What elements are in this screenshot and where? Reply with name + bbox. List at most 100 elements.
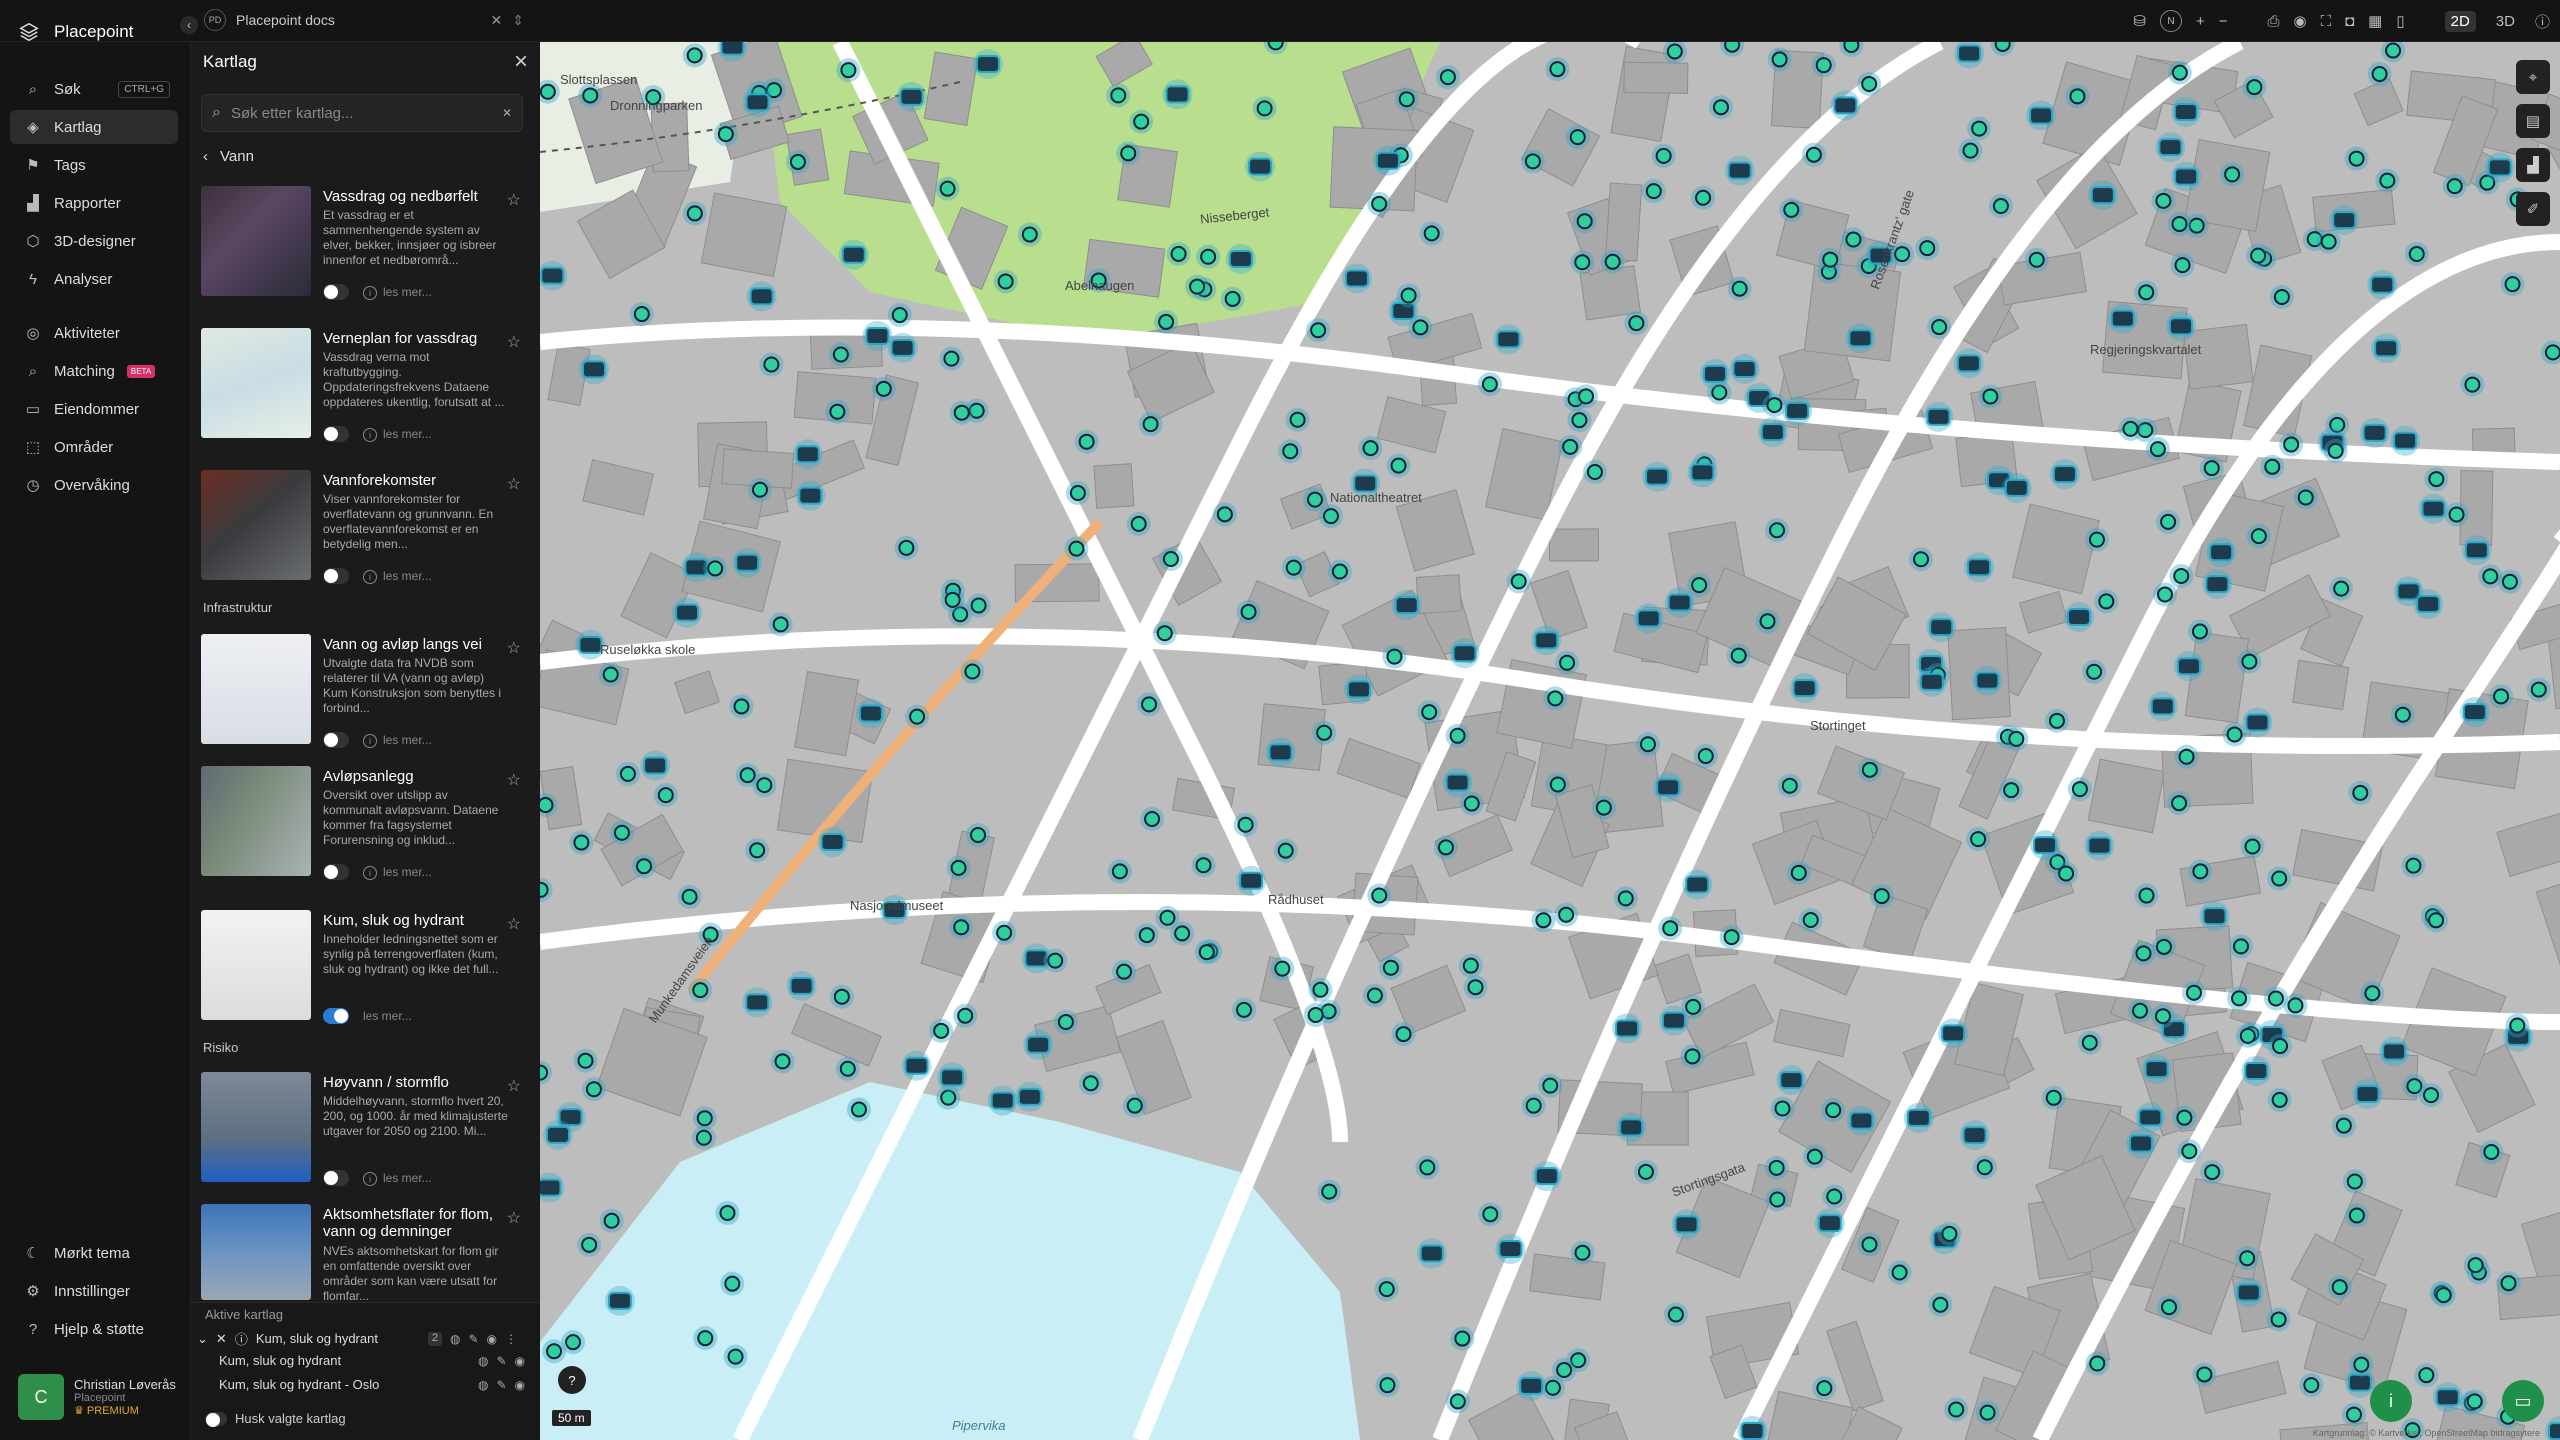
remove-icon[interactable]: ✕ [216, 1331, 227, 1347]
nav-item-activities[interactable]: ◎ Aktiviteter [10, 316, 178, 350]
document-tab[interactable]: PD Placepoint docs ✕ ⇕ [204, 6, 524, 34]
close-panel-icon[interactable]: × [514, 48, 528, 76]
read-more-link[interactable]: les mer... [383, 427, 432, 441]
camera-icon[interactable]: ◘ [2345, 13, 2354, 30]
mode-3d-button[interactable]: 3D [2490, 11, 2521, 32]
manhole-marker [2382, 1042, 2407, 1061]
layer-card[interactable]: Verneplan for vassdrag Vassdrag verna mo… [201, 328, 531, 444]
nav-item-matching[interactable]: ⌕ Matching BETA [10, 354, 178, 388]
fullscreen-icon[interactable]: ⛶ [2321, 13, 2332, 30]
more-icon[interactable]: ⋮ [505, 1332, 517, 1346]
active-layer-row[interactable]: Kum, sluk og hydrant ◍ ✎ ◉ [219, 1353, 525, 1368]
layer-card[interactable]: Vann og avløp langs vei Utvalgte data fr… [201, 634, 531, 750]
ruler-icon[interactable]: ▤ [2516, 104, 2550, 138]
bookmark-icon[interactable]: ▯ [2396, 12, 2404, 30]
drain-marker [1240, 603, 1257, 620]
compass-button[interactable]: N [2159, 10, 2182, 32]
chevron-down-icon[interactable]: ⌄ [197, 1331, 208, 1347]
nav-item-3d-designer[interactable]: ⬡ 3D-designer [10, 224, 178, 258]
map-layer[interactable] [540, 42, 2560, 1440]
nav-item-areas[interactable]: ⬚ Områder [10, 430, 178, 464]
layer-toggle[interactable] [323, 1008, 349, 1024]
collapse-sidebar-icon[interactable]: ‹ [180, 16, 198, 34]
clear-search-icon[interactable]: ✕ [502, 106, 512, 120]
favorite-star-icon[interactable]: ☆ [507, 474, 521, 494]
eye-icon[interactable]: ◉ [2293, 12, 2306, 30]
favorite-star-icon[interactable]: ☆ [507, 1076, 521, 1096]
layer-toggle[interactable] [323, 732, 349, 748]
visibility-icon[interactable]: ◉ [515, 1378, 525, 1392]
help-icon[interactable]: ? [558, 1366, 586, 1394]
print-icon[interactable]: ⎙ [2267, 13, 2279, 30]
back-link[interactable]: ‹ Vann [203, 148, 254, 165]
layer-search-input[interactable] [230, 104, 492, 122]
nav-item-tags[interactable]: ⚑ Tags [10, 148, 178, 182]
read-more-link[interactable]: les mer... [383, 569, 432, 583]
layer-card[interactable]: Høyvann / stormflo Middelhøyvann, stormf… [201, 1072, 531, 1188]
favorite-star-icon[interactable]: ☆ [507, 190, 521, 210]
edit-icon[interactable]: ✎ [496, 1378, 506, 1392]
map-canvas[interactable]: Slottsplassen Dronningparken Nisseberget… [540, 42, 2560, 1440]
mode-2d-button[interactable]: 2D [2444, 10, 2476, 32]
favorite-star-icon[interactable]: ☆ [507, 770, 521, 790]
active-layer-row[interactable]: Kum, sluk og hydrant - Oslo ◍ ✎ ◉ [219, 1377, 525, 1392]
layer-card[interactable]: Aktsomhetsflater for flom, vann og demni… [201, 1204, 531, 1300]
style-icon[interactable]: ◍ [478, 1378, 488, 1392]
grid-icon[interactable]: ▦ [2368, 12, 2382, 30]
style-icon[interactable]: ◍ [478, 1354, 488, 1368]
nav-item-layers[interactable]: ◈ Kartlag [10, 110, 178, 144]
nav-item-search[interactable]: ⌕ Søk CTRL+G [10, 72, 178, 106]
layer-card[interactable]: Avløpsanlegg Oversikt over utslipp av ko… [201, 766, 531, 882]
favorite-star-icon[interactable]: ☆ [507, 638, 521, 658]
draw-icon[interactable]: ✐ [2516, 192, 2550, 226]
nav-item-analyses[interactable]: ϟ Analyser [10, 262, 178, 296]
remember-layers[interactable]: Husk valgte kartlag [205, 1411, 525, 1427]
nav-item-reports[interactable]: ▟ Rapporter [10, 186, 178, 220]
nav-item-settings[interactable]: ⚙ Innstillinger [10, 1274, 178, 1308]
edit-icon[interactable]: ✎ [468, 1332, 478, 1346]
remember-toggle[interactable] [205, 1411, 227, 1427]
edit-icon[interactable]: ✎ [496, 1354, 506, 1368]
nav-item-properties[interactable]: ▭ Eiendommer [10, 392, 178, 426]
info-icon[interactable]: ⓘ [2535, 11, 2550, 32]
favorite-star-icon[interactable]: ☆ [507, 914, 521, 934]
visibility-icon[interactable]: ◉ [515, 1354, 525, 1368]
layer-toggle[interactable] [323, 864, 349, 880]
user-profile[interactable]: C Christian Løverås Placepoint ♛ PREMIUM [18, 1372, 183, 1422]
zoom-out-button[interactable]: − [2219, 13, 2228, 30]
nav-item-help[interactable]: ? Hjelp & støtte [10, 1312, 178, 1346]
drain-marker [1126, 1097, 1143, 1114]
style-icon[interactable]: ◍ [450, 1332, 460, 1346]
manhole-marker [749, 287, 774, 306]
layer-toggle[interactable] [323, 568, 349, 584]
favorite-star-icon[interactable]: ☆ [507, 1208, 521, 1228]
layer-thumbnail [201, 470, 311, 580]
read-more-link[interactable]: les mer... [383, 733, 432, 747]
layer-toggle[interactable] [323, 1170, 349, 1186]
layer-card[interactable]: Vannforekomster Viser vannforekomster fo… [201, 470, 531, 586]
layer-card[interactable]: Vassdrag og nedbørfelt Et vassdrag er et… [201, 186, 531, 302]
close-tab-icon[interactable]: ✕ [491, 12, 503, 29]
building-block [2087, 758, 2166, 834]
read-more-link[interactable]: les mer... [383, 865, 432, 879]
elevation-icon[interactable]: ▟ [2516, 148, 2550, 182]
read-more-link[interactable]: les mer... [383, 1171, 432, 1185]
visibility-icon[interactable]: ◉ [487, 1332, 497, 1346]
read-more-link[interactable]: les mer... [383, 285, 432, 299]
drain-marker [970, 827, 987, 844]
zoom-in-button[interactable]: + [2196, 13, 2205, 30]
read-more-link[interactable]: les mer... [363, 1009, 412, 1023]
tab-switch-icon[interactable]: ⇕ [512, 12, 524, 29]
layer-card[interactable]: Kum, sluk og hydrant Inneholder lednings… [201, 910, 531, 1026]
layers-toggle-icon[interactable]: ⛁ [2133, 12, 2146, 30]
nav-item-dark-theme[interactable]: ☾ Mørkt tema [10, 1236, 178, 1270]
drain-marker [1617, 890, 1634, 907]
measure-icon[interactable]: ⌖ [2516, 60, 2550, 94]
layer-toggle[interactable] [323, 284, 349, 300]
nav-item-monitoring[interactable]: ◷ Overvåking [10, 468, 178, 502]
layer-toggle[interactable] [323, 426, 349, 442]
chat-icon[interactable]: ▭ [2502, 1380, 2544, 1422]
active-layer-group[interactable]: ⌄ ✕ ⓘ Kum, sluk og hydrant 2 ◍ ✎ ◉ ⋮ [197, 1329, 517, 1348]
favorite-star-icon[interactable]: ☆ [507, 332, 521, 352]
info-icon[interactable]: i [2370, 1380, 2412, 1422]
